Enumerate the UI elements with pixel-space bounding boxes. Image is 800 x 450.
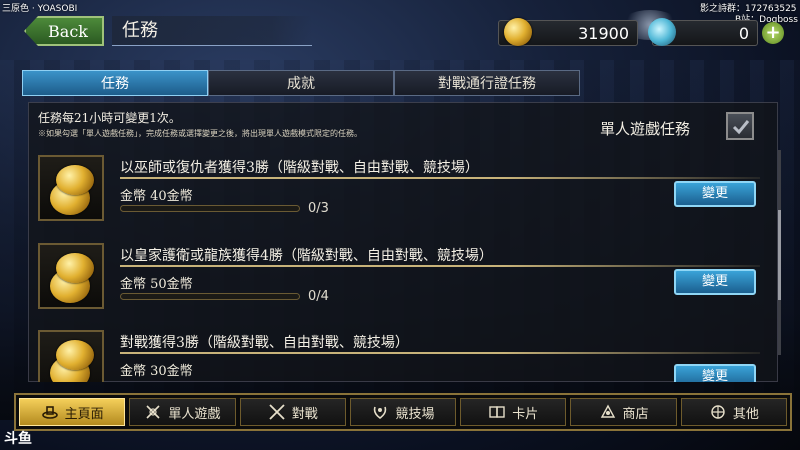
progress-text: 0/4 bbox=[308, 289, 329, 304]
crystal-icon bbox=[648, 18, 676, 46]
gold-reward-icon bbox=[38, 330, 104, 382]
other-icon bbox=[711, 405, 725, 419]
solo-mission-note: ※如果勾選「單人遊戲任務」，完成任務或選擇變更之後，將出現單人遊戲模式限定的任務… bbox=[38, 129, 362, 138]
solo-mission-label: 單人遊戲任務 bbox=[600, 120, 691, 138]
coin-stack-icon bbox=[56, 165, 94, 195]
progress-bar bbox=[120, 205, 300, 212]
divider bbox=[120, 352, 760, 354]
gold-coin-icon bbox=[504, 18, 532, 46]
tab-battle-pass-missions[interactable]: 對戰通行證任務 bbox=[394, 70, 580, 96]
stream-song-label: 三原色 · YOASOBI bbox=[2, 4, 78, 14]
bottom-nav: 主頁面 單人遊戲 對戰 競技場 卡片 商店 其他 bbox=[14, 393, 792, 431]
shop-icon bbox=[600, 404, 615, 418]
scroll-thumb[interactable] bbox=[778, 210, 781, 300]
solo-sword-icon bbox=[146, 405, 160, 419]
nav-arena-label: 競技場 bbox=[395, 406, 435, 422]
page-title: 任務 bbox=[112, 16, 312, 46]
mission-reset-notice: 任務每21小時可變更1次。 bbox=[38, 111, 181, 125]
mission-row: 以巫師或復仇者獲得3勝（階級對戰、自由對戰、競技場） 金幣 40金幣 0/3 變… bbox=[38, 155, 768, 233]
add-crystal-button[interactable]: + bbox=[762, 22, 784, 44]
nav-solo-play[interactable]: 單人遊戲 bbox=[129, 398, 236, 426]
crystal-amount: 0 bbox=[738, 23, 749, 43]
nav-cards[interactable]: 卡片 bbox=[460, 398, 567, 426]
nav-home-label: 主頁面 bbox=[64, 406, 104, 422]
coin-stack-icon bbox=[56, 340, 94, 370]
gold-amount: 31900 bbox=[578, 23, 629, 43]
cards-icon bbox=[489, 406, 505, 418]
back-button-label: Back bbox=[48, 21, 88, 41]
change-mission-button[interactable]: 變更 bbox=[674, 181, 756, 207]
divider bbox=[120, 177, 760, 179]
gold-reward-icon bbox=[38, 155, 104, 221]
nav-arena[interactable]: 競技場 bbox=[349, 398, 457, 426]
scrollbar[interactable] bbox=[778, 150, 781, 355]
mission-row: 對戰獲得3勝（階級對戰、自由對戰、競技場） 金幣 30金幣 變更 bbox=[38, 330, 768, 382]
nav-cards-label: 卡片 bbox=[512, 406, 539, 422]
mission-title: 對戰獲得3勝（階級對戰、自由對戰、競技場） bbox=[120, 335, 409, 351]
tab-missions[interactable]: 任務 bbox=[22, 70, 208, 96]
mission-reward: 金幣 40金幣 bbox=[120, 189, 193, 204]
progress-bar bbox=[120, 293, 300, 300]
nav-other[interactable]: 其他 bbox=[680, 398, 787, 426]
laurel-icon bbox=[374, 406, 387, 419]
mission-row: 以皇家護衛或龍族獲得4勝（階級對戰、自由對戰、競技場） 金幣 50金幣 0/4 … bbox=[38, 243, 768, 321]
coin-stack-icon bbox=[56, 253, 94, 283]
nav-shop[interactable]: 商店 bbox=[570, 398, 677, 426]
tab-achievements[interactable]: 成就 bbox=[208, 70, 394, 96]
change-mission-button[interactable]: 變更 bbox=[674, 269, 756, 295]
tab-bar: 任務 成就 對戰通行證任務 bbox=[22, 70, 580, 96]
nav-solo-play-label: 單人遊戲 bbox=[168, 406, 221, 422]
divider bbox=[120, 265, 760, 267]
progress-text: 0/3 bbox=[308, 201, 329, 216]
checkmark-icon bbox=[732, 120, 750, 135]
nav-battle-label: 對戰 bbox=[291, 406, 318, 422]
nav-shop-label: 商店 bbox=[622, 406, 649, 422]
home-icon bbox=[41, 406, 58, 419]
mission-reward: 金幣 50金幣 bbox=[120, 277, 193, 292]
crossed-swords-icon bbox=[269, 404, 285, 420]
watermark-logo: 斗鱼 bbox=[4, 431, 32, 447]
nav-home[interactable]: 主頁面 bbox=[19, 398, 126, 426]
nav-battle[interactable]: 對戰 bbox=[239, 398, 346, 426]
nav-other-label: 其他 bbox=[732, 406, 759, 422]
change-mission-button[interactable]: 變更 bbox=[674, 364, 756, 382]
solo-mission-checkbox[interactable] bbox=[726, 112, 754, 140]
mission-title: 以皇家護衛或龍族獲得4勝（階級對戰、自由對戰、競技場） bbox=[120, 248, 493, 264]
back-button[interactable]: Back bbox=[24, 16, 104, 46]
gold-reward-icon bbox=[38, 243, 104, 309]
mission-title: 以巫師或復仇者獲得3勝（階級對戰、自由對戰、競技場） bbox=[120, 160, 479, 176]
mission-reward: 金幣 30金幣 bbox=[120, 364, 193, 379]
